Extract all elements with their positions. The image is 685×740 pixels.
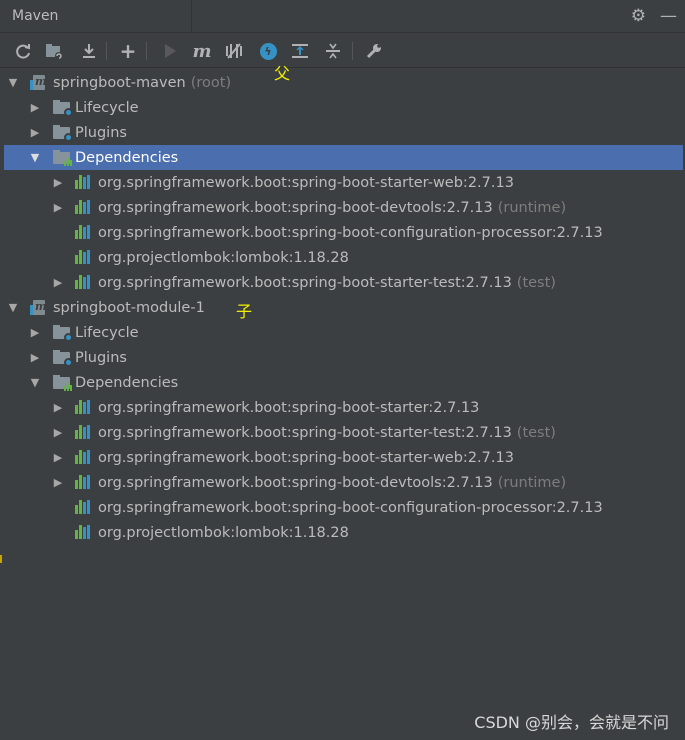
dependency-row[interactable]: ▶ org.springframework.boot:spring-boot-s… (0, 445, 685, 470)
gutter-marker (0, 555, 2, 563)
collapsed-arrow-icon[interactable]: ▶ (29, 351, 41, 364)
library-icon (75, 200, 93, 214)
gear-icon[interactable]: ⚙ (631, 6, 646, 26)
collapsed-arrow-icon[interactable]: ▶ (29, 326, 41, 339)
maven-project-icon: m (30, 299, 47, 315)
lifecycle-folder-icon (53, 325, 73, 342)
dependency-label: org.springframework.boot:spring-boot-sta… (98, 174, 514, 191)
dependency-label: org.projectlombok:lombok:1.18.28 (98, 249, 349, 266)
add-folder-icon[interactable] (42, 39, 66, 63)
dependency-label: org.springframework.boot:spring-boot-con… (98, 224, 603, 241)
maven-tab[interactable]: Maven (0, 0, 192, 33)
dependencies-label: Dependencies (75, 149, 179, 166)
library-icon (75, 475, 93, 489)
reload-icon[interactable] (11, 39, 35, 63)
lifecycle-folder-icon (53, 100, 73, 117)
collapsed-arrow-icon[interactable]: ▶ (29, 101, 41, 114)
project-name: springboot-maven (root) (53, 74, 232, 91)
tree-row-plugins[interactable]: ▶ Plugins (0, 120, 685, 145)
dependencies-label: Dependencies (75, 374, 179, 391)
collapsed-arrow-icon[interactable]: ▶ (52, 201, 64, 214)
dependency-row[interactable]: org.springframework.boot:spring-boot-con… (0, 220, 685, 245)
library-icon (75, 275, 93, 289)
dependency-label: org.springframework.boot:spring-boot-dev… (98, 474, 567, 491)
dependency-label: org.springframework.boot:spring-boot-sta… (98, 449, 514, 466)
project-name: springboot-module-1 (53, 299, 205, 316)
maven-project-icon: m (30, 74, 47, 90)
dependencies-folder-icon (53, 150, 72, 166)
dependency-label: org.projectlombok:lombok:1.18.28 (98, 524, 349, 541)
collapsed-arrow-icon[interactable]: ▶ (52, 476, 64, 489)
expanded-arrow-icon[interactable]: ▼ (7, 76, 19, 89)
expanded-arrow-icon[interactable]: ▼ (29, 376, 41, 389)
library-icon (75, 175, 93, 189)
collapsed-arrow-icon[interactable]: ▶ (52, 451, 64, 464)
settings-wrench-icon[interactable] (362, 39, 386, 63)
tree-row-lifecycle[interactable]: ▶ Lifecycle (0, 95, 685, 120)
dependency-label: org.springframework.boot:spring-boot-con… (98, 499, 603, 516)
lifecycle-label: Lifecycle (75, 99, 139, 116)
dependency-row[interactable]: org.springframework.boot:spring-boot-con… (0, 495, 685, 520)
dependency-label: org.springframework.boot:spring-boot-sta… (98, 274, 556, 291)
tree-row-project-module[interactable]: ▼ m springboot-module-1 (0, 295, 685, 320)
plugins-folder-icon (53, 125, 73, 142)
toggle-offline-icon[interactable] (222, 39, 246, 63)
add-icon[interactable]: + (116, 39, 140, 63)
maven-toolbar: + m ϟ (0, 34, 685, 68)
watermark: CSDN @别会，会就是不问 (474, 713, 669, 732)
collapsed-arrow-icon[interactable]: ▶ (29, 126, 41, 139)
dependency-row[interactable]: ▶ org.springframework.boot:spring-boot-d… (0, 470, 685, 495)
library-icon (75, 400, 93, 414)
collapsed-arrow-icon[interactable]: ▶ (52, 276, 64, 289)
plugins-folder-icon (53, 350, 73, 367)
tree-row-dependencies-selected[interactable]: ▼ Dependencies (4, 145, 683, 170)
download-icon[interactable] (77, 39, 101, 63)
dependency-row[interactable]: ▶ org.springframework.boot:spring-boot-s… (0, 395, 685, 420)
library-icon (75, 500, 93, 514)
plugins-label: Plugins (75, 124, 127, 141)
dependency-row[interactable]: ▶ org.springframework.boot:spring-boot-d… (0, 195, 685, 220)
library-icon (75, 225, 93, 239)
plugins-label: Plugins (75, 349, 127, 366)
tree-row-plugins[interactable]: ▶ Plugins (0, 345, 685, 370)
collapsed-arrow-icon[interactable]: ▶ (52, 426, 64, 439)
run-icon[interactable] (158, 39, 182, 63)
dependency-row[interactable]: org.projectlombok:lombok:1.18.28 (0, 520, 685, 545)
dependencies-folder-icon (53, 375, 72, 391)
lifecycle-label: Lifecycle (75, 324, 139, 341)
library-icon (75, 525, 93, 539)
dependency-row[interactable]: ▶ org.springframework.boot:spring-boot-s… (0, 270, 685, 295)
tree-row-project-root[interactable]: ▼ m springboot-maven (root) (0, 70, 685, 95)
dependency-label: org.springframework.boot:spring-boot-sta… (98, 399, 480, 416)
dependency-label: org.springframework.boot:spring-boot-sta… (98, 424, 556, 441)
library-icon (75, 250, 93, 264)
tool-window-header: Maven ⚙ — (0, 0, 685, 33)
expanded-arrow-icon[interactable]: ▼ (7, 301, 19, 314)
dependency-row[interactable]: ▶ org.springframework.boot:spring-boot-s… (0, 170, 685, 195)
tool-window-title: Maven (12, 8, 59, 24)
minimize-icon[interactable]: — (660, 6, 677, 26)
tree-row-lifecycle[interactable]: ▶ Lifecycle (0, 320, 685, 345)
dependency-row[interactable]: ▶ org.springframework.boot:spring-boot-s… (0, 420, 685, 445)
show-dependencies-icon[interactable] (288, 39, 312, 63)
library-icon (75, 450, 93, 464)
dependency-row[interactable]: org.projectlombok:lombok:1.18.28 (0, 245, 685, 270)
collapsed-arrow-icon[interactable]: ▶ (52, 176, 64, 189)
expanded-arrow-icon[interactable]: ▼ (29, 151, 41, 164)
tree-row-dependencies[interactable]: ▼ Dependencies (0, 370, 685, 395)
collapsed-arrow-icon[interactable]: ▶ (52, 401, 64, 414)
maven-goal-icon[interactable]: m (190, 39, 214, 63)
library-icon (75, 425, 93, 439)
collapse-all-icon[interactable] (321, 39, 345, 63)
dependency-label: org.springframework.boot:spring-boot-dev… (98, 199, 567, 216)
